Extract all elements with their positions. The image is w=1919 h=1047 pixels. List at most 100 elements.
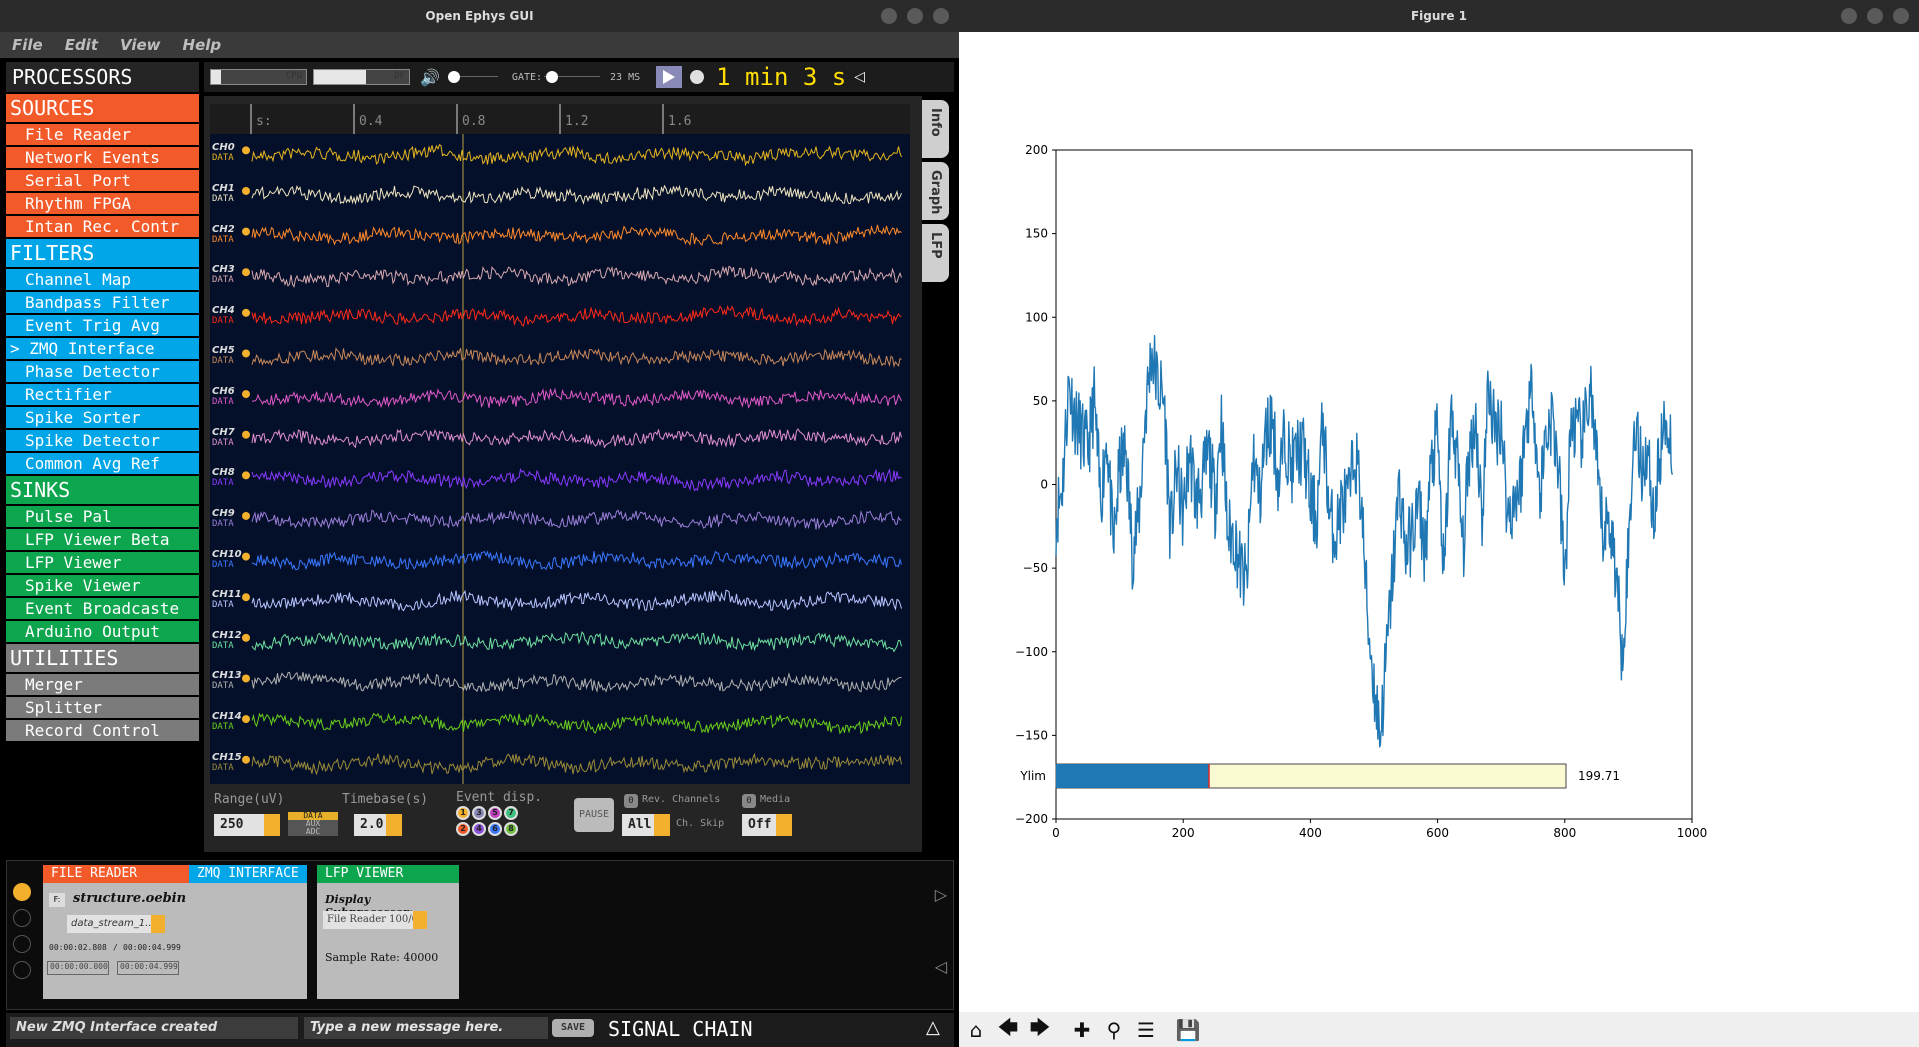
- adc-option[interactable]: ADC: [288, 828, 338, 836]
- channel-enable-button[interactable]: [242, 674, 250, 683]
- processor-spike-sorter[interactable]: Spike Sorter: [6, 407, 199, 428]
- configure-icon[interactable]: ☰: [1133, 1017, 1159, 1043]
- back-arrow-icon[interactable]: 🡄: [995, 1015, 1021, 1043]
- minimize-button[interactable]: [1841, 8, 1857, 24]
- chain-slot[interactable]: [13, 935, 31, 953]
- channel-label[interactable]: CH11 DATA: [212, 589, 242, 610]
- close-button[interactable]: [933, 8, 949, 24]
- chain-slot[interactable]: [13, 961, 31, 979]
- menu-help[interactable]: Help: [183, 36, 222, 54]
- processor-merger[interactable]: Merger: [6, 674, 199, 695]
- maximize-button[interactable]: [1867, 8, 1883, 24]
- tab-lfp[interactable]: LFP: [922, 224, 949, 282]
- channel-enable-button[interactable]: [242, 633, 250, 642]
- channel-enable-button[interactable]: [242, 308, 250, 317]
- data-aux-adc-selector[interactable]: DATA AUX ADC: [288, 812, 338, 836]
- media-select[interactable]: Off: [742, 814, 792, 836]
- line-chart[interactable]: 0 200 400 600 800 1000 −200 −150 −100 −50 0 50 100 15…: [959, 32, 1919, 1012]
- channel-label[interactable]: CH5 DATA: [212, 345, 235, 366]
- processor-network-events[interactable]: Network Events: [6, 147, 199, 168]
- channel-enable-button[interactable]: [242, 593, 250, 602]
- processor-lfp-viewer[interactable]: LFP Viewer: [6, 552, 199, 573]
- channel-label[interactable]: CH13 DATA: [212, 670, 242, 691]
- record-button[interactable]: [690, 70, 705, 84]
- end-time-field[interactable]: 00:00:04.999: [117, 961, 179, 975]
- editor-zmq-interface[interactable]: ZMQ INTERFACE: [189, 865, 307, 999]
- processor-channel-map[interactable]: Channel Map: [6, 269, 199, 290]
- home-icon[interactable]: ⌂: [963, 1017, 989, 1043]
- gate-slider[interactable]: [544, 70, 601, 84]
- maximize-button[interactable]: [907, 8, 923, 24]
- timebase-select[interactable]: 2.0: [354, 814, 402, 836]
- start-time-field[interactable]: 00:00:00.000: [47, 961, 109, 975]
- menu-file[interactable]: File: [12, 36, 43, 54]
- processor-intan-rec-contr[interactable]: Intan Rec. Contr: [6, 216, 199, 237]
- close-button[interactable]: [1893, 8, 1909, 24]
- processor-phase-detector[interactable]: Phase Detector: [6, 361, 199, 382]
- scroll-left-icon[interactable]: ◁: [935, 957, 947, 976]
- channel-label[interactable]: CH12 DATA: [212, 630, 242, 651]
- lock-icon[interactable]: [13, 883, 31, 901]
- channel-enable-button[interactable]: [242, 430, 250, 439]
- processor-rhythm-fpga[interactable]: Rhythm FPGA: [6, 193, 199, 214]
- pan-icon[interactable]: ✚: [1069, 1017, 1095, 1043]
- chain-slot[interactable]: [13, 909, 31, 927]
- channel-label[interactable]: CH2 DATA: [212, 224, 235, 245]
- event-channel-button[interactable]: 1: [456, 806, 470, 820]
- channel-enable-button[interactable]: [242, 552, 250, 561]
- channel-enable-button[interactable]: [242, 715, 250, 724]
- ch-skip-select[interactable]: All: [622, 814, 670, 836]
- tab-info[interactable]: Info: [922, 100, 949, 158]
- processor-event-trig-avg[interactable]: Event Trig Avg: [6, 315, 199, 336]
- channel-enable-button[interactable]: [242, 146, 250, 155]
- channel-enable-button[interactable]: [242, 511, 250, 520]
- play-button[interactable]: [656, 66, 683, 88]
- channel-label[interactable]: CH0 DATA: [212, 142, 235, 163]
- processor-rectifier[interactable]: Rectifier: [6, 384, 199, 405]
- processor-bandpass-filter[interactable]: Bandpass Filter: [6, 292, 199, 313]
- processor-file-reader[interactable]: File Reader: [6, 124, 199, 145]
- save-button[interactable]: SAVE: [552, 1019, 594, 1037]
- volume-icon[interactable]: 🔊: [420, 68, 440, 87]
- processor-pulse-pal[interactable]: Pulse Pal: [6, 506, 199, 527]
- category-sinks[interactable]: SINKS: [6, 476, 199, 504]
- rev-channels-checkbox[interactable]: 0: [624, 794, 638, 808]
- event-channel-button[interactable]: 3: [472, 806, 486, 820]
- save-icon[interactable]: 💾: [1175, 1017, 1201, 1043]
- scroll-right-icon[interactable]: ▷: [935, 885, 947, 904]
- chevron-down-icon[interactable]: [413, 911, 427, 929]
- menu-edit[interactable]: Edit: [65, 36, 98, 54]
- menu-view[interactable]: View: [120, 36, 161, 54]
- category-utilities[interactable]: UTILITIES: [6, 644, 199, 672]
- chevron-down-icon[interactable]: [151, 915, 165, 933]
- media-checkbox[interactable]: 0: [742, 794, 756, 808]
- processor-record-control[interactable]: Record Control: [6, 720, 199, 741]
- channel-label[interactable]: CH10 DATA: [212, 549, 242, 570]
- channel-label[interactable]: CH7 DATA: [212, 427, 235, 448]
- channel-label[interactable]: CH4 DATA: [212, 305, 235, 326]
- volume-slider[interactable]: [447, 70, 498, 84]
- minimize-button[interactable]: [881, 8, 897, 24]
- processor-arduino-output[interactable]: Arduino Output: [6, 621, 199, 642]
- channel-label[interactable]: CH3 DATA: [212, 264, 235, 285]
- ylim-slider-fill[interactable]: [1056, 764, 1209, 788]
- processor-lfp-viewer-beta[interactable]: LFP Viewer Beta: [6, 529, 199, 550]
- processor-zmq-interface[interactable]: > ZMQ Interface: [6, 338, 199, 359]
- category-filters[interactable]: FILTERS: [6, 239, 199, 267]
- processor-common-avg-ref[interactable]: Common Avg Ref: [6, 453, 199, 474]
- forward-arrow-icon[interactable]: 🡆: [1027, 1015, 1053, 1043]
- event-channel-button[interactable]: 6: [488, 822, 502, 836]
- channel-label[interactable]: CH9 DATA: [212, 508, 235, 529]
- channel-label[interactable]: CH6 DATA: [212, 386, 235, 407]
- channel-enable-button[interactable]: [242, 390, 250, 399]
- range-select[interactable]: 250: [214, 814, 280, 836]
- channel-label[interactable]: CH14 DATA: [212, 711, 242, 732]
- expand-arrow-icon[interactable]: △: [926, 1017, 940, 1038]
- event-channel-button[interactable]: 4: [472, 822, 486, 836]
- tab-graph[interactable]: Graph: [922, 162, 949, 220]
- zoom-icon[interactable]: ⚲: [1101, 1017, 1127, 1043]
- channel-enable-button[interactable]: [242, 755, 250, 764]
- processor-event-broadcaster[interactable]: Event Broadcaste: [6, 598, 199, 619]
- processor-splitter[interactable]: Splitter: [6, 697, 199, 718]
- file-badge[interactable]: F:: [49, 893, 65, 907]
